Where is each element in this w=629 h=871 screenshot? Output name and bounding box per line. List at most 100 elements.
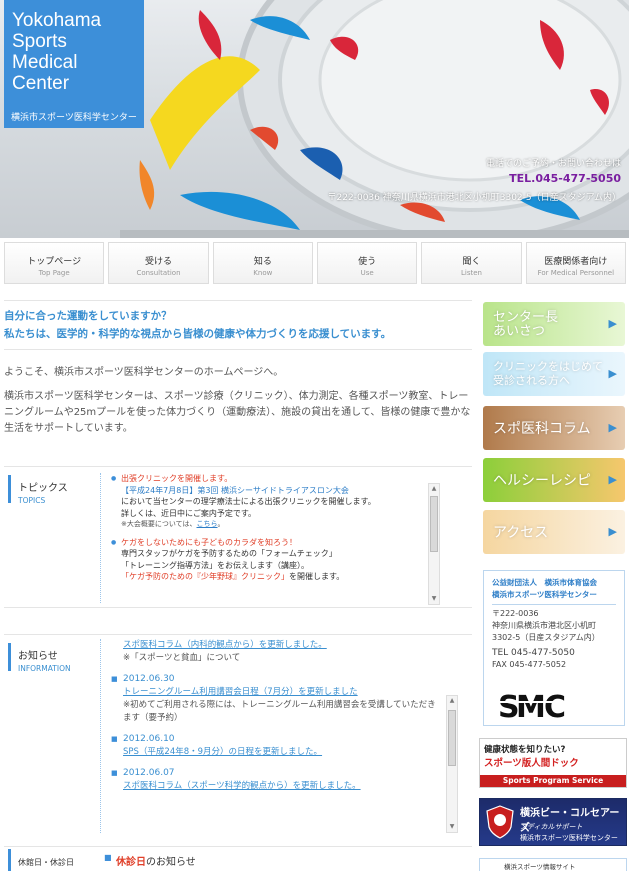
nav-label-en: Know <box>253 269 273 277</box>
info-heading-en: INFORMATION <box>18 664 71 673</box>
arrow-right-icon: ▶ <box>608 473 617 486</box>
welcome-text: ようこそ、横浜市スポーツ医科学センターのホームページへ。 <box>4 367 284 378</box>
news-link[interactable]: スポ医科コラム（内科的観点から）を更新しました。 <box>111 639 440 652</box>
smc-logo-icon: S M C <box>498 690 594 721</box>
nav-consultation[interactable]: 受ける Consultation <box>108 242 209 284</box>
nav-use[interactable]: 使う Use <box>316 242 418 284</box>
information-section: お知らせ INFORMATION スポ医科コラム（内科的観点から）を更新しました… <box>4 634 472 834</box>
banner-line-3: 横浜市スポーツ医科学センター <box>520 834 618 842</box>
news-date: 2012.06.30 <box>111 673 440 686</box>
info-heading-jp: お知らせ <box>18 651 58 662</box>
header-address: 〒222-0036 神奈川県横浜市港北区小机町3302-5（日産スタジアム内） <box>327 193 621 203</box>
nav-know[interactable]: 知る Know <box>212 242 313 284</box>
sidebar-button-label: ヘルシーレシピ <box>493 473 591 489</box>
greeting-button[interactable]: センター長 あいさつ ▶ <box>483 302 625 346</box>
nav-top-page[interactable]: トップページ Top Page <box>4 242 105 284</box>
nav-label: 聞く <box>462 257 481 267</box>
holiday-heading-jp: 休館日・休診日 <box>18 858 74 867</box>
news-date: 2012.06.10 <box>111 733 440 746</box>
topics-list-panel: 出張クリニックを開催します。 【平成24年7月8日】第3回 横浜シーサイドトライ… <box>100 473 430 603</box>
topic-note-suffix: 。 <box>217 520 225 528</box>
nav-label-en: For Medical Personnel <box>537 269 615 277</box>
card-postal: 〒222-0036 <box>492 609 539 618</box>
topic-note-link[interactable]: こちら <box>197 520 218 528</box>
topic-line: 「トレーニング指導方法」をお伝えします（講座）。 <box>121 560 309 570</box>
topics-heading-jp: トピックス <box>18 483 68 494</box>
recipe-button[interactable]: ヘルシーレシピ ▶ <box>483 458 625 502</box>
corsairs-banner[interactable]: 横浜ビー・コルセアーズ メディカルサポート 横浜市スポーツ医科学センター <box>479 798 627 846</box>
first-visit-button[interactable]: クリニックをはじめて 受診される方へ ▶ <box>483 352 625 396</box>
scroll-thumb[interactable] <box>448 710 456 766</box>
scroll-up-icon[interactable]: ▲ <box>429 484 439 494</box>
lead-line-1: 自分に合った運動をしていますか？ <box>4 310 172 322</box>
topic-note: ※大会概要については、こちら。 <box>121 519 430 531</box>
scroll-up-icon[interactable]: ▲ <box>447 696 457 706</box>
nav-label-en: Top Page <box>38 269 70 277</box>
nav-label-en: Consultation <box>136 269 181 277</box>
intro-text: 横浜市スポーツ医科学センターは、スポーツ診療（クリニック）、体力測定、各種スポー… <box>4 391 471 434</box>
topic-clinic-link[interactable]: 「ケガ予防のための『少年野球』クリニック」 <box>121 572 289 581</box>
sidebar-button-label: アクセス <box>493 525 549 541</box>
topics-heading: トピックス TOPICS <box>8 475 94 505</box>
shield-icon <box>486 805 514 839</box>
news-link[interactable]: スポ医科コラム（スポーツ科学的観点から）を更新しました。 <box>111 780 440 793</box>
header-phone[interactable]: TEL.045-477-5050 <box>328 172 621 185</box>
contact-label: 電話でのご予約・お問い合わせは <box>485 159 621 169</box>
nav-label: 知る <box>253 257 272 267</box>
holiday-section: 休館日・休診日 休診日のお知らせ <box>4 846 472 871</box>
topic-desc: において当センターの理学療法士による出張クリニックを開催します。 <box>121 497 376 506</box>
news-item: 2012.06.07 スポ医科コラム（スポーツ科学的観点から）を更新しました。 <box>111 767 440 793</box>
holiday-title-highlight: 休診日 <box>116 857 146 868</box>
svg-text:C: C <box>544 690 566 721</box>
topics-scrollbar[interactable]: ▲ ▼ <box>428 483 440 605</box>
banner-line-1: 健康状態を知りたい? <box>484 745 566 755</box>
holiday-notice-title: 休診日のお知らせ <box>104 853 196 868</box>
svg-text:M: M <box>516 690 546 721</box>
news-item: スポ医科コラム（内科的観点から）を更新しました。 ※「スポーツと貧血」について <box>111 639 440 665</box>
scroll-down-icon[interactable]: ▼ <box>429 594 439 604</box>
info-heading: お知らせ INFORMATION <box>8 643 94 673</box>
lead-line-2: 私たちは、医学的・科学的な視点から皆様の健康や体力づくりを応援しています。 <box>4 328 392 340</box>
topic-detail: 詳しくは、近日中にご案内予定です。 <box>121 508 257 518</box>
card-tel: TEL 045-477-5050 <box>492 648 575 658</box>
nav-label: 受ける <box>144 257 172 267</box>
nav-label-en: Listen <box>460 269 482 277</box>
info-scrollbar[interactable]: ▲ ▼ <box>446 695 458 833</box>
scroll-thumb[interactable] <box>430 496 438 552</box>
topic-title: 出張クリニックを開催します。 <box>121 474 233 483</box>
site-logo[interactable]: Yokohama Sports Medical Center 横浜市スポーツ医科… <box>4 0 144 128</box>
news-sub: ※「スポーツと貧血」について <box>123 653 241 663</box>
scroll-down-icon[interactable]: ▼ <box>447 822 457 832</box>
topics-heading-en: TOPICS <box>18 496 46 505</box>
access-button[interactable]: アクセス ▶ <box>483 510 625 554</box>
arrow-right-icon: ▶ <box>608 317 617 330</box>
global-nav: トップページ Top Page 受ける Consultation 知る Know… <box>4 242 626 284</box>
topic-clinic-line: 「ケガ予防のための『少年野球』クリニック」を開催します。 <box>121 571 430 583</box>
news-link[interactable]: SPS（平成24年8・9月分）の日程を更新しました。 <box>111 746 440 759</box>
news-item: 2012.06.10 SPS（平成24年8・9月分）の日程を更新しました。 <box>111 733 440 759</box>
topic-title: ケガをしないためにも子どものカラダを知ろう！ <box>121 537 297 547</box>
logo-subtitle: 横浜市スポーツ医科学センター <box>11 113 137 123</box>
nav-listen[interactable]: 聞く Listen <box>421 242 522 284</box>
card-org: 公益財団法人 横浜市体育協会 横浜市スポーツ医科学センター <box>492 577 616 605</box>
contact-card: 公益財団法人 横浜市体育協会 横浜市スポーツ医科学センター 〒222-0036 … <box>483 570 625 726</box>
header-contact: 電話でのご予約・お問い合わせは TEL.045-477-5050 〒222-00… <box>328 156 621 203</box>
topic-item: 出張クリニックを開催します。 【平成24年7月8日】第3回 横浜シーサイドトライ… <box>111 473 430 531</box>
nav-medical-personnel[interactable]: 医療関係者向け For Medical Personnel <box>525 242 626 284</box>
logo-title: Yokohama Sports Medical Center <box>12 10 102 94</box>
topic-clinic-suffix: を開催します。 <box>289 572 345 581</box>
news-link[interactable]: トレーニングルーム利用講習会日程（7月分）を更新しました <box>111 686 440 699</box>
arrow-right-icon: ▶ <box>608 367 617 380</box>
sidebar-button-label: スポ医科コラム <box>493 421 591 437</box>
sports-info-banner[interactable]: 横浜スポーツ情報サイト <box>479 858 627 871</box>
topics-section: トピックス TOPICS 出張クリニックを開催します。 【平成24年7月8日】第… <box>4 466 472 608</box>
sports-dock-banner[interactable]: 健康状態を知りたい? スポーツ版人間ドック Sports Program Ser… <box>479 738 627 788</box>
banner-line-2: メディカルサポート <box>520 823 583 831</box>
column-button[interactable]: スポ医科コラム ▶ <box>483 406 625 450</box>
holiday-heading: 休館日・休診日 <box>8 849 94 871</box>
news-date: 2012.06.07 <box>111 767 440 780</box>
lead-message: 自分に合った運動をしていますか？ 私たちは、医学的・科学的な視点から皆様の健康や… <box>4 300 472 350</box>
card-fax: FAX 045-477-5052 <box>492 660 567 669</box>
sidebar-button-label: センター長 あいさつ <box>493 310 559 339</box>
info-list-panel: スポ医科コラム（内科的観点から）を更新しました。 ※「スポーツと貧血」について … <box>100 639 440 834</box>
